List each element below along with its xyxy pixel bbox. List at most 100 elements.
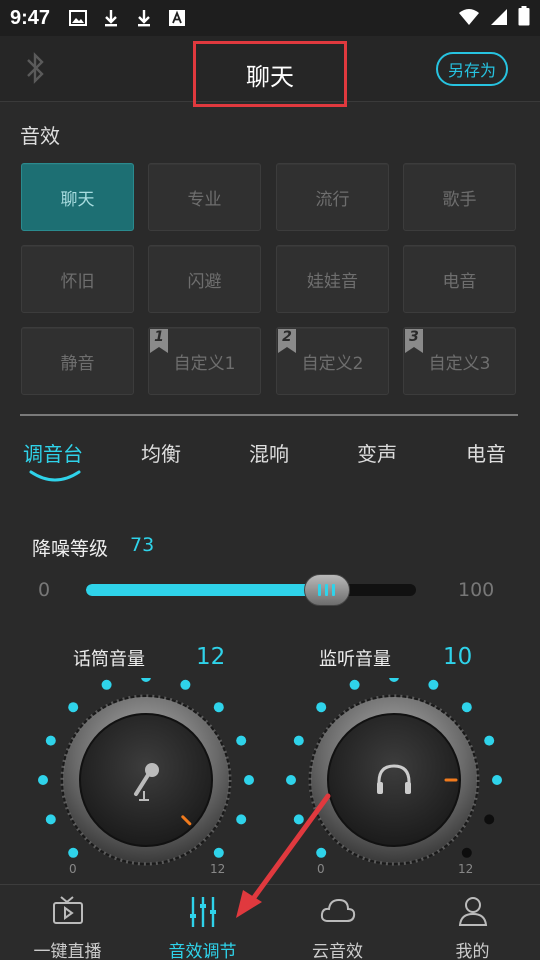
preset-custom-2[interactable]: 2 自定义2 xyxy=(276,327,389,395)
preset-label: 歌手 xyxy=(442,189,477,210)
preset-professional[interactable]: 专业 xyxy=(148,163,261,231)
page-title: 聊天 xyxy=(246,62,294,91)
tv-play-icon xyxy=(51,895,85,931)
tab-reverb[interactable]: 混响 xyxy=(249,438,289,467)
volume-level-dot xyxy=(180,679,191,690)
save-as-button[interactable]: 另存为 xyxy=(436,52,508,86)
mic-volume-knob[interactable] xyxy=(30,678,262,868)
volume-level-dot xyxy=(236,814,247,825)
mic-volume-value: 12 xyxy=(196,644,226,670)
noise-reduction-value: 73 xyxy=(130,534,155,556)
mic-volume-label: 话筒音量 xyxy=(73,649,145,670)
custom-badge: 3 xyxy=(405,329,423,353)
nav-label: 一键直播 xyxy=(33,942,102,960)
preset-label: 自定义3 xyxy=(428,353,491,374)
mic-scale-max: 12 xyxy=(210,862,226,876)
monitor-volume-label: 监听音量 xyxy=(319,649,391,670)
preset-singer[interactable]: 歌手 xyxy=(403,163,516,231)
slider-thumb[interactable] xyxy=(303,574,350,606)
preset-label: 电音 xyxy=(442,271,477,292)
volume-level-dot xyxy=(68,847,79,858)
volume-level-dot xyxy=(389,678,399,682)
wifi-icon xyxy=(458,7,480,31)
app-notification-icon xyxy=(167,8,187,28)
slider-max-label: 100 xyxy=(458,579,495,601)
tab-electronic[interactable]: 电音 xyxy=(466,438,506,467)
app-header: 聊天 另存为 xyxy=(0,36,540,107)
preset-custom-3[interactable]: 3 自定义3 xyxy=(403,327,516,395)
volume-level-dot xyxy=(484,814,495,825)
preset-chat[interactable]: 聊天 xyxy=(21,163,134,231)
volume-level-dot xyxy=(45,814,56,825)
battery-icon xyxy=(518,6,530,31)
custom-badge: 1 xyxy=(150,329,168,353)
noise-reduction-label: 降噪等级 xyxy=(32,538,109,560)
preset-label: 专业 xyxy=(187,189,222,210)
volume-level-dot xyxy=(236,735,247,746)
preset-label: 自定义1 xyxy=(173,353,236,374)
page-title-box: 聊天 xyxy=(193,41,347,107)
preset-label: 怀旧 xyxy=(60,271,95,292)
preset-mute[interactable]: 静音 xyxy=(21,327,134,395)
signal-icon xyxy=(490,7,508,31)
bottom-navigation: 一键直播 音效调节 云音效 我的 xyxy=(0,884,540,960)
mic-scale-min: 0 xyxy=(69,862,77,876)
nav-label: 我的 xyxy=(455,942,490,960)
preset-dodge[interactable]: 闪避 xyxy=(148,245,261,313)
volume-level-dot xyxy=(349,679,360,690)
noise-reduction-slider-track[interactable] xyxy=(86,584,416,596)
volume-level-dot xyxy=(101,679,112,690)
tab-equalizer[interactable]: 均衡 xyxy=(141,438,181,467)
volume-level-dot xyxy=(141,678,151,682)
active-tab-indicator xyxy=(29,470,81,482)
bluetooth-icon[interactable] xyxy=(22,50,48,90)
preset-pop[interactable]: 流行 xyxy=(276,163,389,231)
volume-level-dot xyxy=(213,702,224,713)
image-notification-icon xyxy=(68,8,88,28)
nav-profile[interactable]: 我的 xyxy=(405,885,540,960)
preset-electronic[interactable]: 电音 xyxy=(403,245,516,313)
download-notification-icon xyxy=(101,8,121,28)
monitor-volume-knob[interactable] xyxy=(278,678,510,868)
volume-level-dot xyxy=(38,775,48,785)
volume-level-dot xyxy=(492,775,502,785)
preset-label: 静音 xyxy=(60,353,95,374)
preset-label: 闪避 xyxy=(187,271,222,292)
section-divider xyxy=(20,414,518,416)
preset-label: 流行 xyxy=(315,189,350,210)
custom-badge: 2 xyxy=(278,329,296,353)
preset-custom-1[interactable]: 1 自定义1 xyxy=(148,327,261,395)
volume-level-dot xyxy=(45,735,56,746)
nav-label: 云音效 xyxy=(312,942,363,960)
tab-mixer[interactable]: 调音台 xyxy=(23,438,83,467)
volume-level-dot xyxy=(293,814,304,825)
preset-baby-voice[interactable]: 娃娃音 xyxy=(276,245,389,313)
sliders-icon xyxy=(186,895,220,933)
nav-label: 音效调节 xyxy=(168,942,237,960)
monitor-scale-min: 0 xyxy=(317,862,325,876)
volume-level-dot xyxy=(461,847,472,858)
monitor-volume-value: 10 xyxy=(443,644,473,670)
status-time: 9:47 xyxy=(10,7,51,29)
volume-level-dot xyxy=(316,702,327,713)
cloud-icon xyxy=(319,895,357,931)
volume-level-dot xyxy=(286,775,296,785)
preset-label: 娃娃音 xyxy=(307,271,358,292)
preset-nostalgia[interactable]: 怀旧 xyxy=(21,245,134,313)
tab-voice-change[interactable]: 变声 xyxy=(357,438,397,467)
slider-fill xyxy=(86,584,327,596)
volume-level-dot xyxy=(428,679,439,690)
nav-cloud-effects[interactable]: 云音效 xyxy=(270,885,405,960)
sound-effects-label: 音效 xyxy=(20,124,60,148)
slider-min-label: 0 xyxy=(38,579,51,601)
volume-level-dot xyxy=(213,847,224,858)
volume-level-dot xyxy=(68,702,79,713)
volume-level-dot xyxy=(244,775,254,785)
user-icon xyxy=(456,895,490,933)
preset-label: 自定义2 xyxy=(301,353,364,374)
nav-live[interactable]: 一键直播 xyxy=(0,885,135,960)
volume-level-dot xyxy=(484,735,495,746)
monitor-scale-max: 12 xyxy=(458,862,474,876)
nav-sound-effects[interactable]: 音效调节 xyxy=(135,885,270,960)
volume-level-dot xyxy=(316,847,327,858)
